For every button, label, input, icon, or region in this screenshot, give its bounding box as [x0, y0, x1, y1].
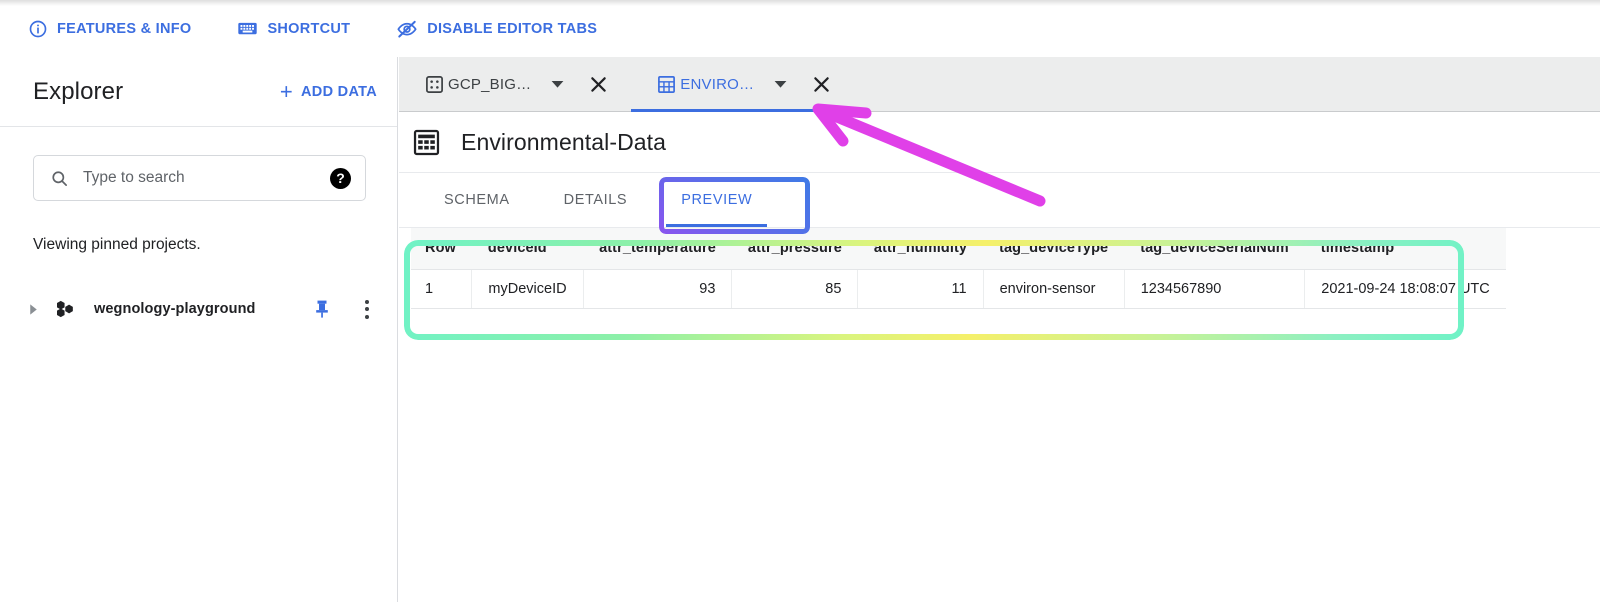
column-header-tag-deviceserialnum[interactable]: tag_deviceSerialNum: [1124, 228, 1305, 270]
sidebar-item-project[interactable]: wegnology-playground: [0, 291, 397, 327]
search-box[interactable]: ?: [33, 155, 366, 201]
explorer-sidebar: Explorer + ADD DATA ? Viewing pinned pro…: [0, 57, 398, 602]
column-header-tag-devicetype[interactable]: tag_deviceType: [983, 228, 1125, 270]
column-header-attr-temperature[interactable]: attr_temperature: [583, 228, 732, 270]
editor-tab-label: GCP_BIG…: [448, 75, 532, 93]
explorer-header: Explorer + ADD DATA: [0, 57, 397, 127]
tab-schema[interactable]: SCHEMA: [417, 173, 537, 227]
dataset-title-bar: Environmental-Data: [399, 112, 1600, 173]
column-header-attr-humidity[interactable]: attr_humidity: [857, 228, 984, 270]
cell-tag-devicetype: environ-sensor: [983, 269, 1125, 309]
search-container: ?: [0, 127, 397, 201]
info-circle-icon: [28, 19, 48, 39]
dataset-title: Environmental-Data: [461, 128, 667, 155]
tab-details-label: DETAILS: [563, 192, 628, 208]
project-icon: [54, 300, 78, 318]
cell-attr-temperature: 93: [583, 269, 733, 309]
close-icon[interactable]: [588, 74, 609, 95]
cell-attr-pressure: 85: [731, 269, 859, 309]
eye-slash-icon: [396, 18, 418, 40]
shortcut-button[interactable]: SHORTCUT: [237, 18, 350, 39]
chevron-right-icon[interactable]: [24, 303, 42, 316]
column-header-deviceid[interactable]: deviceId: [471, 228, 584, 270]
tab-preview[interactable]: PREVIEW: [654, 173, 779, 227]
table-icon: [413, 129, 440, 156]
search-input[interactable]: [81, 168, 330, 188]
chevron-down-icon[interactable]: [774, 80, 787, 89]
header-action-bar: FEATURES & INFO SHORTCUT DISABLE EDITOR …: [0, 0, 1600, 57]
column-header-timestamp[interactable]: timestamp: [1304, 228, 1506, 270]
table-header-row: Row deviceId attr_temperature attr_press…: [411, 228, 1506, 270]
add-data-label: ADD DATA: [301, 83, 377, 100]
dataset-subtabs: SCHEMA DETAILS PREVIEW: [399, 173, 1600, 228]
preview-table: Row deviceId attr_temperature attr_press…: [411, 228, 1506, 309]
pin-icon[interactable]: [313, 299, 331, 319]
add-data-button[interactable]: + ADD DATA: [279, 78, 377, 104]
table-row: 1 myDeviceID 93 85 11 environ-sensor 123…: [411, 269, 1506, 309]
project-name: wegnology-playground: [94, 301, 256, 317]
tab-preview-label: PREVIEW: [681, 192, 753, 208]
cell-row: 1: [411, 269, 473, 309]
tab-details[interactable]: DETAILS: [537, 173, 655, 227]
cell-tag-deviceserialnum: 1234567890: [1124, 269, 1306, 309]
close-icon[interactable]: [811, 74, 832, 95]
page-title: Explorer: [33, 77, 124, 105]
editor-tab-gcp-big[interactable]: GCP_BIG…: [399, 57, 632, 111]
pinned-projects-note: Viewing pinned projects.: [33, 236, 201, 253]
cell-timestamp: 2021-09-24 18:08:07 UTC: [1304, 269, 1506, 309]
more-options-icon[interactable]: [359, 298, 375, 321]
search-icon: [50, 169, 69, 188]
features-and-info-label: FEATURES & INFO: [57, 20, 192, 37]
editor-tab-label: ENVIRO…: [680, 75, 755, 93]
dataset-icon: [425, 75, 444, 94]
column-header-attr-pressure[interactable]: attr_pressure: [731, 228, 858, 270]
shortcut-label: SHORTCUT: [267, 20, 351, 37]
column-header-row[interactable]: Row: [411, 228, 472, 270]
keyboard-icon: [237, 18, 258, 39]
features-and-info-button[interactable]: FEATURES & INFO: [28, 19, 191, 39]
disable-editor-tabs-button[interactable]: DISABLE EDITOR TABS: [396, 18, 597, 40]
preview-results: Row deviceId attr_temperature attr_press…: [399, 228, 1600, 309]
cell-deviceid: myDeviceID: [471, 269, 584, 309]
editor-tabstrip: GCP_BIG… ENVIRO…: [399, 57, 1600, 112]
help-icon[interactable]: ?: [330, 167, 351, 189]
cell-attr-humidity: 11: [857, 269, 984, 309]
table-icon: [657, 75, 676, 94]
plus-icon: +: [279, 78, 294, 104]
disable-editor-tabs-label: DISABLE EDITOR TABS: [427, 20, 598, 37]
chevron-down-icon[interactable]: [551, 80, 564, 89]
editor-tab-environmental-data[interactable]: ENVIRO…: [631, 57, 855, 112]
tab-schema-label: SCHEMA: [444, 192, 510, 208]
app-root: FEATURES & INFO SHORTCUT DISABLE EDITOR …: [0, 0, 1600, 602]
editor-main: GCP_BIG… ENVIRO… Environmental-Data SCHE…: [399, 57, 1600, 602]
